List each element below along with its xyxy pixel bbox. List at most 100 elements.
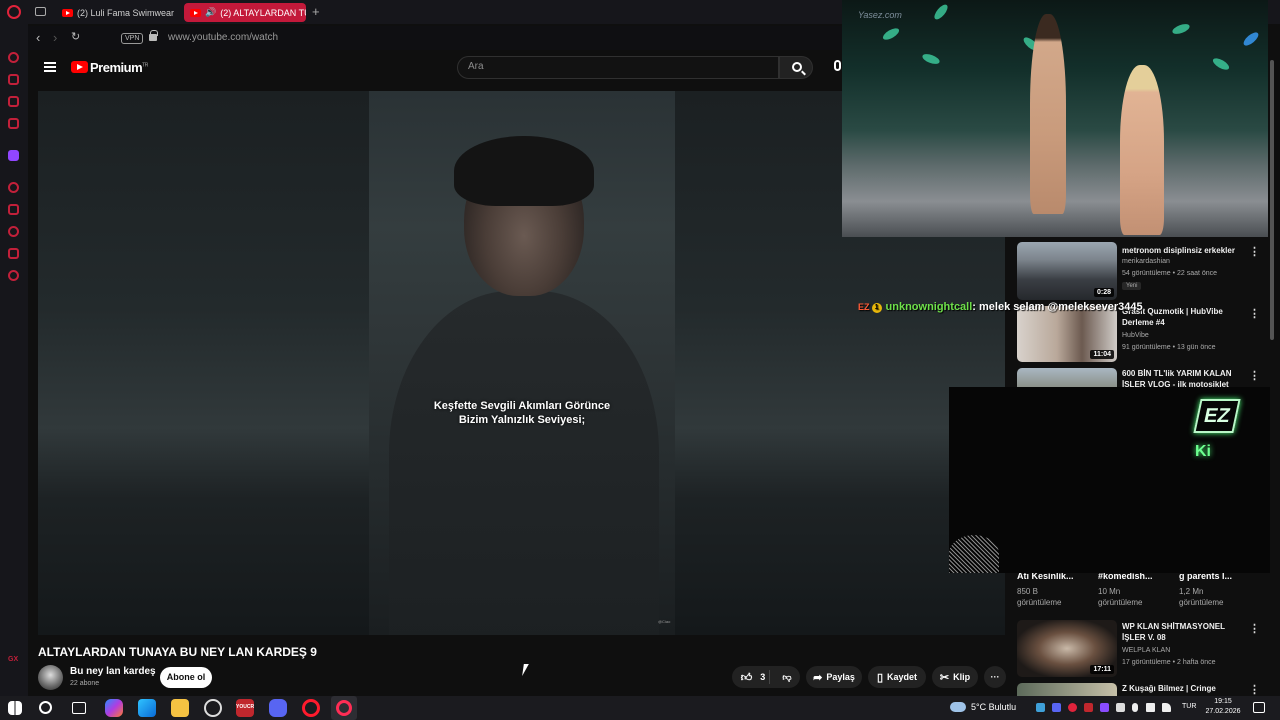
youtube-logo-icon[interactable]: [71, 61, 88, 73]
video-caption: Keşfette Sevgili Akımları Görünce Bizim …: [433, 400, 611, 426]
rec-thumbnail[interactable]: 0:28: [1017, 242, 1117, 300]
rec-thumbnail[interactable]: 11:04: [1017, 306, 1117, 362]
subscriber-count: 22 abone: [70, 680, 100, 687]
language-indicator[interactable]: TUR: [1182, 703, 1196, 710]
search-input[interactable]: [468, 61, 768, 72]
chat-username: unknownightcall: [885, 301, 973, 313]
microphone-tray-icon[interactable]: [1132, 703, 1138, 712]
twitch-icon[interactable]: [8, 150, 19, 161]
save-button[interactable]: ▯ Kaydet: [868, 666, 926, 688]
rec-new-badge: Yeni: [1122, 282, 1142, 290]
steam-tray-icon[interactable]: [1036, 703, 1045, 712]
rec-channel[interactable]: merikardashian: [1122, 258, 1170, 265]
search-icon[interactable]: [39, 701, 52, 714]
scrollbar[interactable]: [1270, 40, 1274, 690]
share-button[interactable]: ➦ Paylaş: [806, 666, 862, 688]
app-tray-icon[interactable]: [1084, 703, 1093, 712]
messenger-icon[interactable]: [8, 96, 19, 107]
rec-thumbnail[interactable]: 17:11: [1017, 620, 1117, 677]
opera-logo-icon[interactable]: [7, 5, 21, 19]
tab-manager-icon[interactable]: [35, 7, 46, 16]
youtube-premium-logo[interactable]: PremiumTR: [90, 60, 148, 75]
history-icon[interactable]: [8, 226, 19, 237]
url-field[interactable]: www.youtube.com/watch: [168, 32, 278, 43]
runway-model: [1030, 14, 1066, 214]
clip-button[interactable]: ✂ Klip: [932, 666, 978, 688]
chrome-icon[interactable]: [204, 699, 222, 717]
settings-icon[interactable]: [8, 270, 19, 281]
tab-luli-fama[interactable]: (2) Luli Fama Swimwear F: [56, 3, 174, 22]
rec-menu-icon[interactable]: [1249, 307, 1260, 320]
subscribe-button[interactable]: Abone ol: [160, 667, 212, 688]
windows-taskbar: YOUCR 5°C Bulutlu TUR 19:15 27.02.2026: [0, 696, 1280, 720]
rec-thumbnail[interactable]: [1017, 683, 1117, 696]
app-tray-icon[interactable]: [1100, 703, 1109, 712]
leaf-decoration: [1171, 22, 1191, 36]
back-icon[interactable]: ‹: [36, 31, 40, 44]
rec-menu-icon[interactable]: [1249, 369, 1260, 382]
weather-text[interactable]: 5°C Bulutlu: [971, 702, 1016, 712]
clock[interactable]: 19:15 27.02.2026: [1202, 697, 1244, 717]
rec-title[interactable]: 600 BİN TL'lik YARIM KALAN İŞLER VLOG - …: [1122, 368, 1244, 388]
channel-name[interactable]: Bu ney lan kardeş: [70, 666, 156, 677]
player-icon[interactable]: [8, 182, 19, 193]
task-view-icon[interactable]: [72, 702, 86, 714]
network-icon[interactable]: [1162, 703, 1171, 712]
short-views: 850 Bgörüntüleme: [1017, 587, 1062, 607]
dislike-button[interactable]: 👎︎: [770, 672, 800, 683]
windows-start-icon[interactable]: [8, 701, 22, 715]
like-button[interactable]: 👍︎ 3: [736, 671, 766, 684]
chat-text: : melek selam @meleksever3445: [972, 301, 1143, 313]
thumbs-up-icon: 👍︎: [740, 671, 753, 684]
weather-icon[interactable]: [950, 702, 966, 712]
reload-icon[interactable]: ↻: [71, 31, 80, 44]
rec-channel[interactable]: HubVibe: [1122, 332, 1149, 339]
lock-icon[interactable]: [149, 30, 158, 41]
discord-icon[interactable]: [269, 699, 287, 717]
rec-menu-icon[interactable]: [1249, 683, 1260, 696]
bookmark-icon[interactable]: [8, 204, 19, 215]
tab-label: (2) ALTAYLARDAN TUN: [220, 7, 306, 18]
gx-label[interactable]: GX: [8, 656, 18, 663]
new-tab-button[interactable]: +: [312, 4, 320, 19]
rec-channel[interactable]: WELPLA KLAN: [1122, 647, 1170, 654]
volume-icon[interactable]: [1146, 703, 1155, 712]
youcr-app-icon[interactable]: YOUCR: [236, 699, 254, 717]
copilot-icon[interactable]: [105, 699, 123, 717]
more-actions-button[interactable]: ···: [984, 666, 1006, 688]
notifications-icon[interactable]: [1253, 702, 1265, 713]
rec-title[interactable]: WP KLAN SHİTMASYONEL İŞLER V. 08: [1122, 621, 1244, 643]
opera-icon[interactable]: [302, 699, 320, 717]
mail-icon[interactable]: [8, 118, 19, 129]
bag-icon[interactable]: [8, 74, 19, 85]
runway-model: [1120, 65, 1164, 235]
app-tray-icon[interactable]: [1116, 703, 1125, 712]
speaker-icon[interactable]: 🔊: [205, 7, 216, 18]
rec-title[interactable]: metronom disiplinsiz erkekler: [1122, 245, 1244, 256]
scrollbar-thumb[interactable]: [1270, 60, 1274, 340]
opera-tray-icon[interactable]: [1068, 703, 1077, 712]
microphone-icon[interactable]: [834, 60, 841, 71]
channel-avatar[interactable]: [38, 665, 63, 690]
search-icon: [792, 62, 802, 72]
chat-message: EZ 1 unknownightcall: melek selam @melekse…: [858, 301, 1143, 313]
rec-menu-icon[interactable]: [1249, 245, 1260, 258]
extensions-icon[interactable]: [8, 248, 19, 259]
short-views: 1,2 Mn görüntüleme: [1179, 587, 1224, 607]
search-button[interactable]: [779, 56, 813, 79]
rec-thumbnail[interactable]: [1017, 368, 1117, 388]
mail-app-icon[interactable]: [138, 699, 156, 717]
chat-badge-icon: EZ: [858, 302, 870, 312]
vpn-badge[interactable]: VPN: [121, 33, 144, 44]
file-explorer-icon[interactable]: [171, 699, 189, 717]
picture-in-picture-video[interactable]: Yasez.com: [842, 0, 1268, 237]
menu-icon[interactable]: [44, 62, 56, 72]
tab-altaylardan[interactable]: 🔊 (2) ALTAYLARDAN TUN: [184, 3, 306, 22]
neon-sign: EZ: [1193, 399, 1241, 433]
forward-icon[interactable]: ›: [53, 31, 57, 44]
discord-tray-icon[interactable]: [1052, 703, 1061, 712]
opera-gx-active-icon[interactable]: [331, 696, 357, 720]
ai-icon[interactable]: [8, 52, 19, 63]
rec-menu-icon[interactable]: [1249, 622, 1260, 635]
rec-title[interactable]: Z Kuşağı Bilmez | Cringe Damarı: [1122, 683, 1244, 695]
